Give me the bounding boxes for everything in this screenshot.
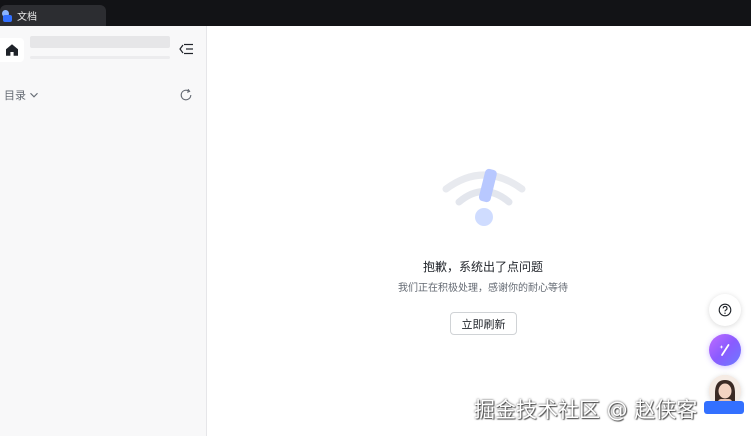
refresh-icon [180, 88, 192, 101]
help-icon [718, 303, 732, 317]
avatar-badge [704, 401, 744, 414]
chevron-down-icon [30, 92, 38, 98]
toc-label: 目录 [4, 89, 26, 102]
loading-title-skeleton [30, 36, 170, 48]
ai-assistant-button[interactable] [709, 334, 741, 366]
collapse-sidebar-button[interactable] [178, 41, 194, 55]
tab-docs[interactable]: 文档 [0, 5, 106, 26]
tab-bar: 文档 [0, 0, 751, 26]
error-description: 我们正在积极处理，感谢你的耐心等待 [398, 283, 568, 294]
sidebar: 目录 [0, 26, 207, 436]
doc-app-icon [2, 9, 12, 22]
help-button[interactable] [709, 294, 741, 326]
home-button[interactable] [0, 38, 24, 62]
ai-assistant-icon [719, 344, 730, 356]
refresh-now-button[interactable]: 立即刷新 [450, 312, 517, 335]
tab-label: 文档 [17, 12, 37, 23]
wifi-error-illustration [442, 168, 526, 226]
refresh-toc-button[interactable] [179, 87, 193, 101]
loading-line-skeleton [30, 56, 170, 59]
watermark: 掘金技术社区 @ 赵侠客 [474, 398, 698, 422]
error-title: 抱歉，系统出了点问题 [422, 260, 543, 274]
collapse-sidebar-icon [179, 43, 193, 55]
home-icon [6, 44, 18, 56]
main-content: 抱歉，系统出了点问题 我们正在积极处理，感谢你的耐心等待 立即刷新 [208, 26, 751, 436]
toc-toggle[interactable]: 目录 [4, 87, 39, 103]
